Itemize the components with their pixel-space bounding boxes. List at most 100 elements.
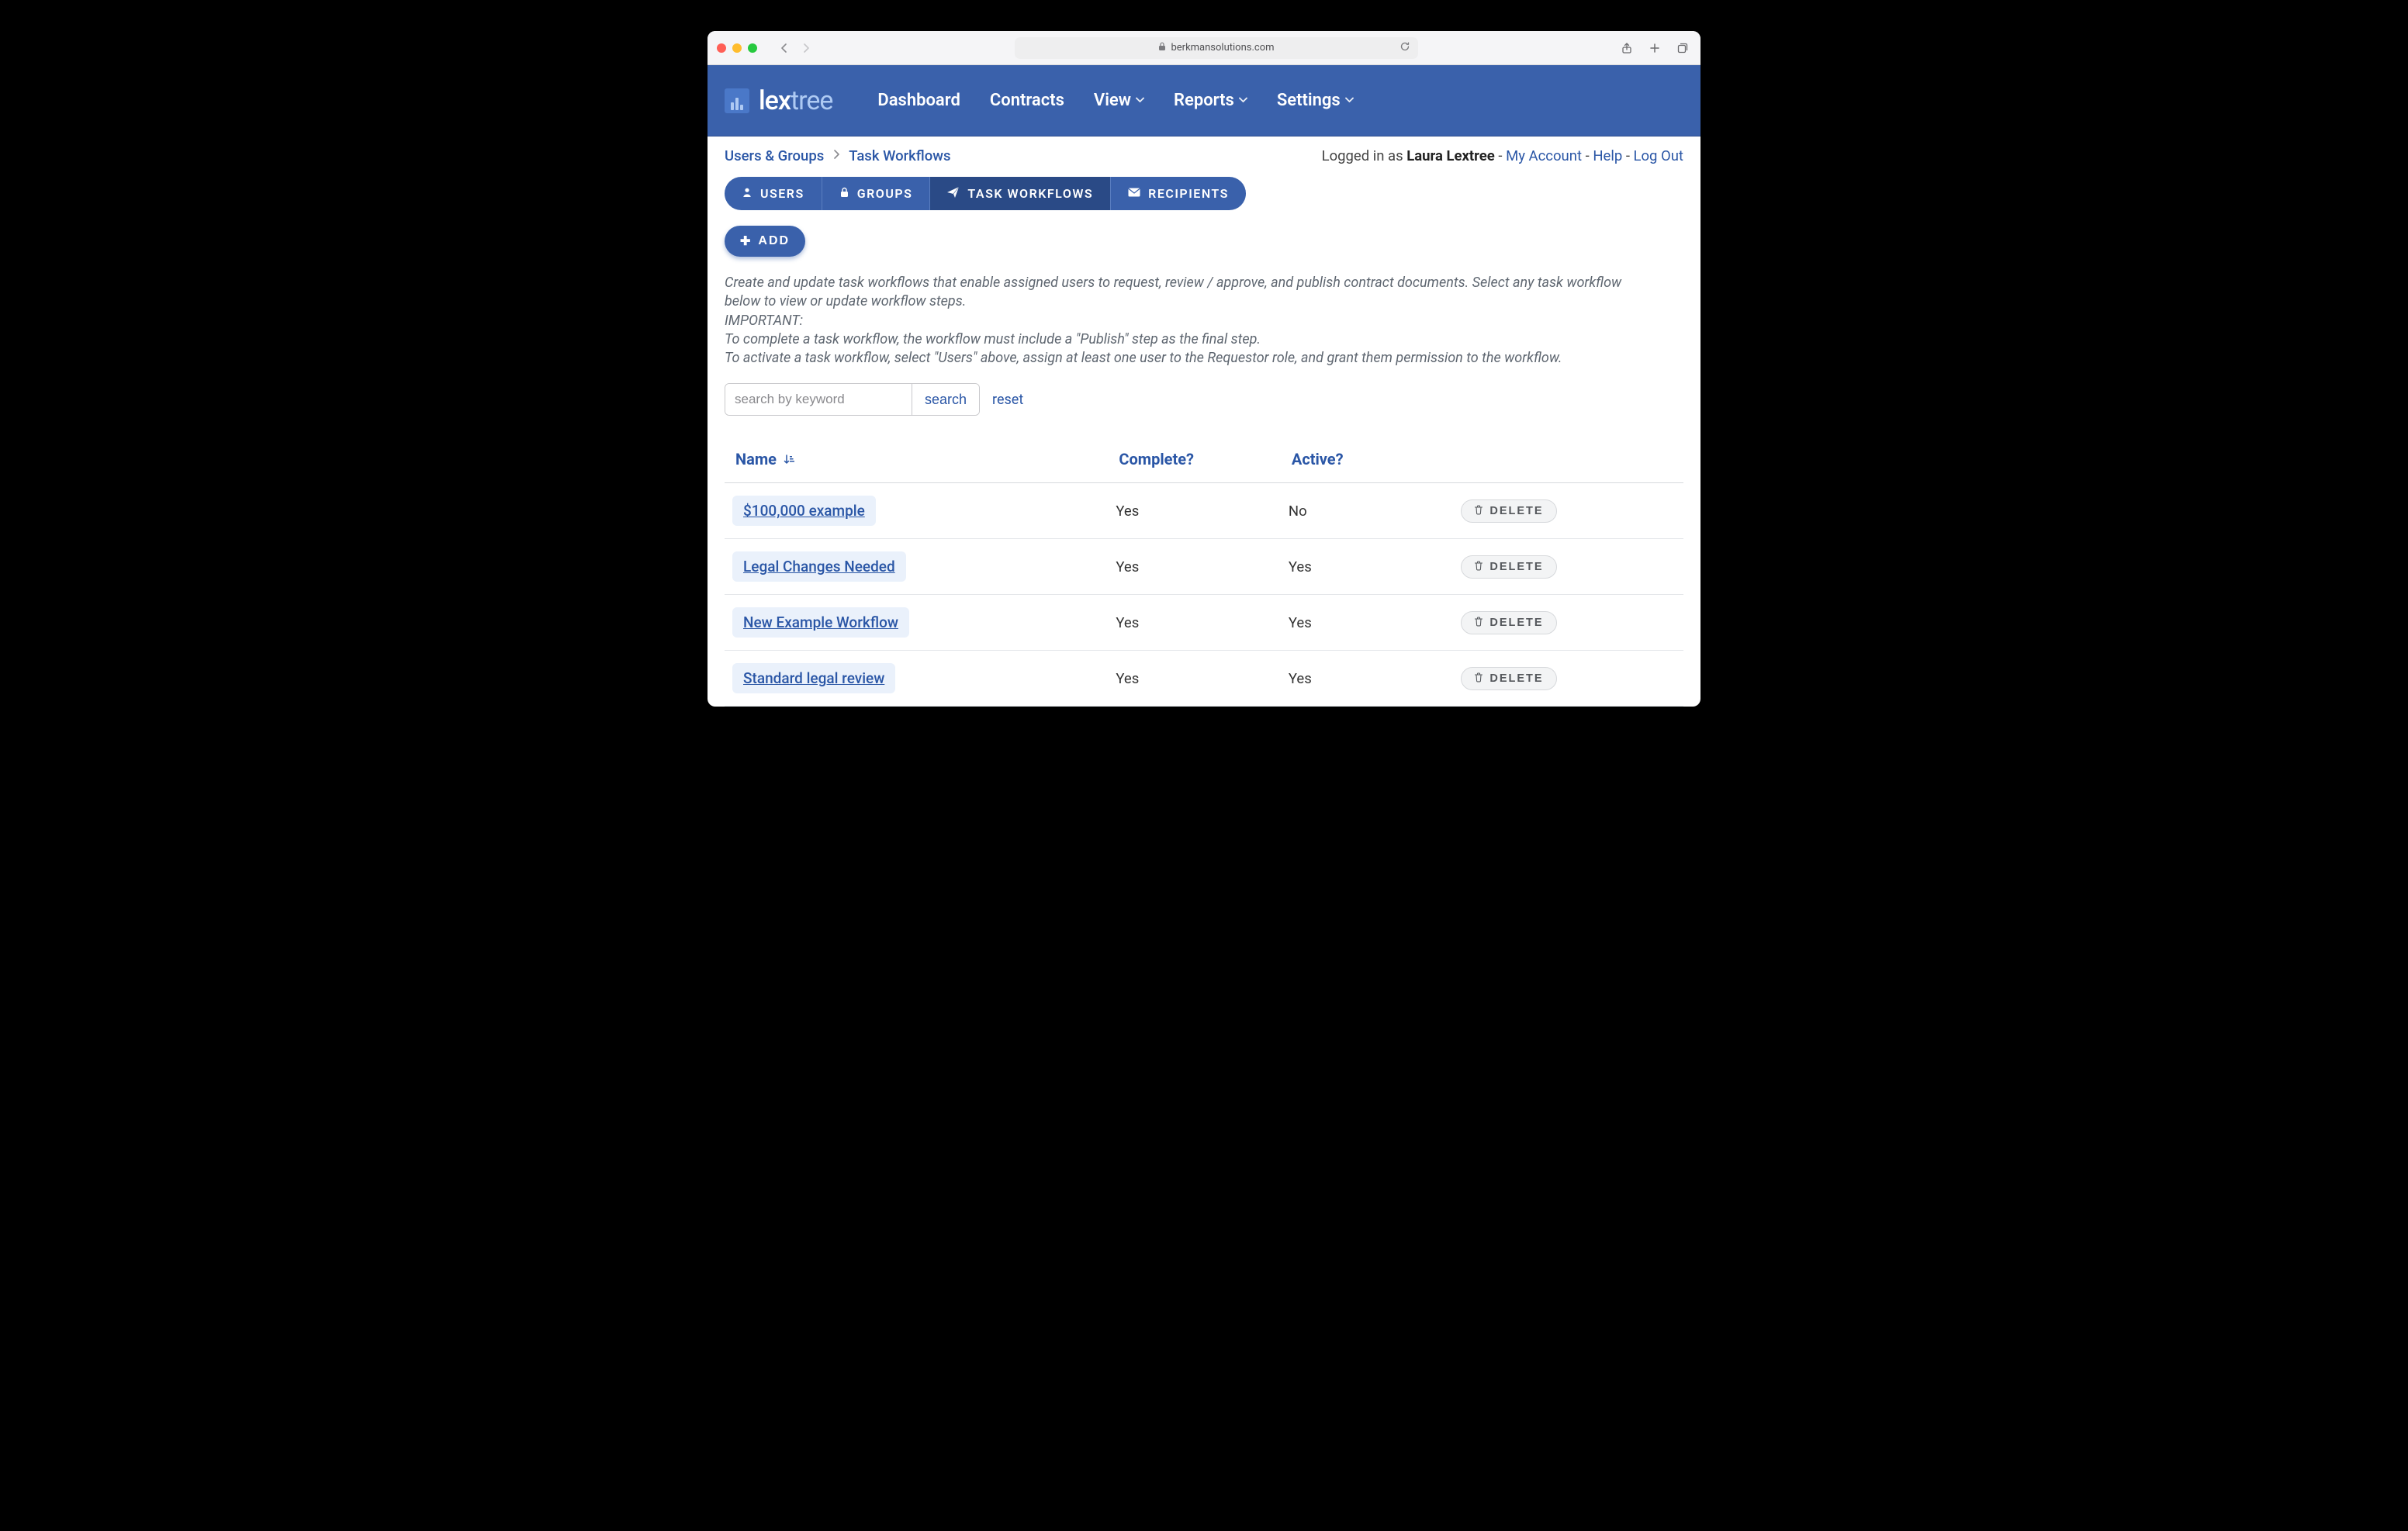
workflow-name-link[interactable]: Standard legal review <box>732 663 895 693</box>
nav-settings[interactable]: Settings <box>1277 91 1354 110</box>
help-line-3: To complete a task workflow, the workflo… <box>725 330 1640 349</box>
close-window-icon[interactable] <box>717 43 726 53</box>
chevron-down-icon <box>1136 95 1144 106</box>
help-line-4: To activate a task workflow, select "Use… <box>725 349 1640 368</box>
search-button[interactable]: search <box>912 384 979 415</box>
plus-icon: ✚ <box>740 233 752 249</box>
cell-complete: Yes <box>1108 651 1280 707</box>
back-button[interactable] <box>776 40 793 57</box>
search-row: search reset <box>725 383 1683 416</box>
logo[interactable]: lextree <box>725 85 832 116</box>
breadcrumb-root[interactable]: Users & Groups <box>725 147 824 164</box>
column-header-actions <box>1453 439 1683 483</box>
table-body: $100,000 exampleYesNoDELETELegal Changes… <box>725 483 1683 707</box>
table-row: Standard legal review YesYes DELETE <box>725 651 1683 707</box>
table-row: $100,000 example YesNo DELETE <box>725 483 1683 539</box>
delete-label: DELETE <box>1489 672 1543 685</box>
delete-button[interactable]: DELETE <box>1461 667 1556 690</box>
browser-chrome: berkmansolutions.com <box>708 31 1700 65</box>
traffic-lights <box>717 43 757 53</box>
add-row: ✚ ADD <box>725 226 1683 257</box>
cell-active: Yes <box>1281 595 1453 651</box>
help-link[interactable]: Help <box>1593 147 1622 164</box>
search-input[interactable] <box>725 384 912 415</box>
address-bar-region: berkmansolutions.com <box>822 37 1611 59</box>
trash-icon <box>1474 617 1483 629</box>
chevron-right-icon <box>833 150 839 162</box>
reset-link[interactable]: reset <box>992 392 1023 408</box>
workflow-name-link[interactable]: New Example Workflow <box>732 607 909 638</box>
cell-active: No <box>1281 483 1453 539</box>
column-header-complete[interactable]: Complete? <box>1108 439 1280 483</box>
new-tab-icon[interactable] <box>1646 40 1663 57</box>
tab-label: RECIPIENTS <box>1148 186 1229 201</box>
user-icon <box>742 187 752 201</box>
delete-label: DELETE <box>1489 561 1543 573</box>
zoom-window-icon[interactable] <box>748 43 757 53</box>
cell-active: Yes <box>1281 539 1453 595</box>
add-button-label: ADD <box>758 234 790 248</box>
tab-users[interactable]: USERS <box>725 177 822 210</box>
workflows-table: Name Complete? Active? $100,000 example Y… <box>725 439 1683 707</box>
chevron-down-icon <box>1345 95 1354 106</box>
paper-plane-icon <box>947 187 960 201</box>
tab-groups[interactable]: GROUPS <box>822 177 931 210</box>
auth-username: Laura Lextree <box>1406 147 1495 164</box>
nav-view[interactable]: View <box>1094 91 1144 110</box>
help-text: Create and update task workflows that en… <box>725 274 1640 368</box>
nav-reports[interactable]: Reports <box>1174 91 1247 110</box>
delete-button[interactable]: DELETE <box>1461 611 1556 634</box>
table-row: New Example Workflow YesYes DELETE <box>725 595 1683 651</box>
cell-complete: Yes <box>1108 483 1280 539</box>
delete-label: DELETE <box>1489 505 1543 517</box>
tab-recipients[interactable]: RECIPIENTS <box>1111 177 1246 210</box>
browser-window: berkmansolutions.com lextree <box>708 31 1700 707</box>
cell-complete: Yes <box>1108 595 1280 651</box>
minimize-window-icon[interactable] <box>732 43 742 53</box>
app-header: lextree Dashboard Contracts View Reports Set… <box>708 65 1700 137</box>
cell-active: Yes <box>1281 651 1453 707</box>
browser-nav-arrows <box>776 40 815 57</box>
tab-task-workflows[interactable]: TASK WORKFLOWS <box>930 177 1111 210</box>
cell-complete: Yes <box>1108 539 1280 595</box>
workflow-name-link[interactable]: Legal Changes Needed <box>732 551 906 582</box>
help-line-1: Create and update task workflows that en… <box>725 274 1640 312</box>
logo-text: lextree <box>759 85 832 116</box>
trash-icon <box>1474 561 1483 573</box>
search-group: search <box>725 383 980 416</box>
envelope-icon <box>1128 188 1140 200</box>
nav-contracts[interactable]: Contracts <box>990 91 1064 110</box>
nav-dashboard[interactable]: Dashboard <box>877 91 960 110</box>
tab-label: USERS <box>760 186 804 201</box>
breadcrumb: Users & Groups Task Workflows <box>725 147 950 164</box>
sort-asc-icon <box>784 454 794 468</box>
logo-mark-icon <box>725 88 749 113</box>
address-domain: berkmansolutions.com <box>1171 42 1274 54</box>
auth-prefix: Logged in as <box>1322 147 1407 164</box>
lock-icon <box>1158 42 1166 54</box>
tabs-overview-icon[interactable] <box>1674 40 1691 57</box>
my-account-link[interactable]: My Account <box>1506 147 1582 164</box>
auth-status: Logged in as Laura Lextree - My Account … <box>1322 147 1683 164</box>
delete-button[interactable]: DELETE <box>1461 499 1556 523</box>
tab-label: GROUPS <box>857 186 913 201</box>
delete-button[interactable]: DELETE <box>1461 555 1556 579</box>
delete-label: DELETE <box>1489 617 1543 629</box>
main-nav: Dashboard Contracts View Reports Settings <box>877 91 1353 110</box>
workflow-name-link[interactable]: $100,000 example <box>732 496 876 526</box>
trash-icon <box>1474 505 1483 517</box>
section-tabs: USERS GROUPS TASK WORKFLOWS RECIPIENTS <box>725 177 1683 210</box>
chrome-right-controls <box>1618 40 1691 57</box>
page-content: Users & Groups Task Workflows Logged in … <box>708 137 1700 707</box>
breadcrumb-current[interactable]: Task Workflows <box>849 147 950 164</box>
help-line-2: IMPORTANT: <box>725 312 1640 330</box>
forward-button[interactable] <box>797 40 815 57</box>
column-header-name[interactable]: Name <box>725 439 1108 483</box>
logout-link[interactable]: Log Out <box>1634 147 1683 164</box>
add-button[interactable]: ✚ ADD <box>725 226 805 257</box>
share-icon[interactable] <box>1618 40 1635 57</box>
reload-icon[interactable] <box>1399 41 1410 55</box>
address-bar[interactable]: berkmansolutions.com <box>1015 37 1418 59</box>
tab-label: TASK WORKFLOWS <box>967 186 1093 201</box>
column-header-active[interactable]: Active? <box>1281 439 1453 483</box>
